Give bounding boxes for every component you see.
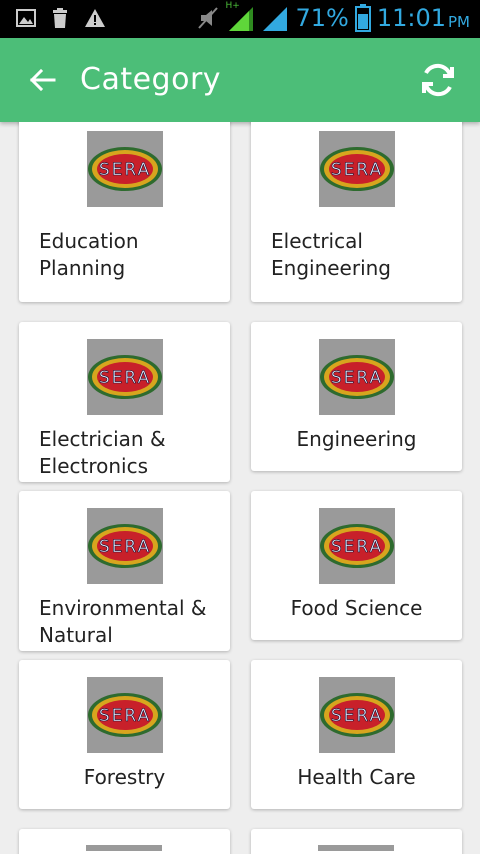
svg-text:SERA: SERA [330, 706, 382, 726]
refresh-button[interactable] [416, 58, 460, 102]
category-label: Food Science [290, 596, 423, 620]
system-status: H+ 71% 11:01 PM [197, 1, 470, 33]
svg-text:SERA: SERA [330, 368, 382, 388]
sera-logo: SERA [318, 339, 395, 415]
category-card-electrical-engineering[interactable]: SERA Electrical Engineering [251, 122, 462, 302]
sera-logo: SERA [318, 677, 395, 753]
category-card-forestry[interactable]: SERA Forestry [19, 660, 230, 809]
category-label: Education Planning [39, 229, 139, 280]
battery-percentage: 71% [295, 4, 349, 32]
svg-text:SERA: SERA [330, 160, 382, 180]
svg-text:SERA: SERA [98, 706, 150, 726]
category-card-environmental-natural[interactable]: SERA Environmental & Natural [19, 491, 230, 651]
back-button[interactable] [22, 60, 62, 100]
wifi-signal-icon [263, 7, 288, 31]
category-label: Forestry [83, 765, 166, 789]
category-label: Electrician & Electronics [39, 427, 166, 478]
category-label: Environmental & Natural [39, 596, 207, 647]
sera-logo: SERA [86, 131, 163, 207]
arrow-left-icon [29, 68, 56, 92]
svg-text:SERA: SERA [330, 537, 382, 557]
mobile-signal-icon: H+ [225, 1, 255, 33]
category-label: Electrical Engineering [271, 229, 391, 280]
sera-logo: SERA [318, 508, 395, 584]
warning-notification-icon [85, 9, 105, 27]
sera-logo: SERA [86, 339, 163, 415]
svg-text:SERA: SERA [98, 537, 150, 557]
sera-logo: SERA [86, 677, 163, 753]
category-card-food-science[interactable]: SERA Food Science [251, 491, 462, 640]
sera-logo [86, 845, 162, 851]
svg-text:SERA: SERA [98, 160, 150, 180]
refresh-icon [422, 63, 454, 97]
category-card-education-planning[interactable]: SERA Education Planning [19, 122, 230, 302]
category-card-electrician-electronics[interactable]: SERA Electrician & Electronics [19, 322, 230, 482]
app-bar: Category [0, 38, 480, 122]
notification-icons [16, 8, 106, 28]
category-grid: SERA Education Planning SERA Electrical … [0, 122, 480, 854]
category-card-health-care[interactable]: SERA Health Care [251, 660, 462, 809]
category-label: Health Care [297, 765, 416, 789]
category-label: Engineering [296, 427, 417, 451]
category-card-next-left[interactable] [19, 829, 230, 854]
trash-notification-icon [53, 8, 67, 28]
clock-ampm: PM [448, 13, 470, 31]
mute-icon [198, 7, 219, 29]
category-card-next-right[interactable] [251, 829, 462, 854]
page-title: Category [80, 62, 222, 97]
battery-icon [354, 4, 371, 32]
status-bar: H+ 71% 11:01 PM [0, 0, 480, 38]
sera-logo: SERA [86, 508, 163, 584]
category-card-engineering[interactable]: SERA Engineering [251, 322, 462, 471]
image-notification-icon [16, 9, 36, 27]
svg-text:SERA: SERA [98, 368, 150, 388]
clock: 11:01 [376, 4, 446, 32]
sera-logo: SERA [318, 131, 395, 207]
sera-logo [318, 845, 394, 851]
